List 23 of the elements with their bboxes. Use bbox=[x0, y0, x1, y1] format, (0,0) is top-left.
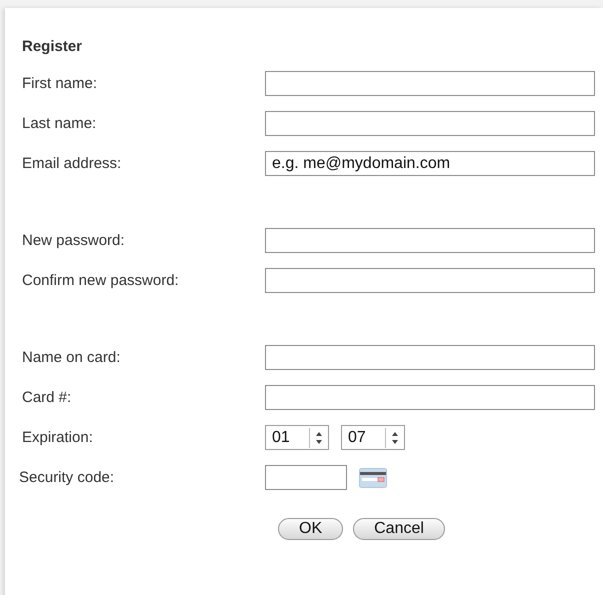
input-field[interactable] bbox=[265, 71, 595, 96]
input-field[interactable] bbox=[265, 228, 595, 253]
form-title: Register bbox=[22, 38, 84, 57]
field-label: Confirm new password: bbox=[22, 272, 180, 289]
input-field[interactable] bbox=[265, 465, 347, 490]
dialog-button[interactable]: OK bbox=[278, 518, 344, 540]
field-label: Last name: bbox=[22, 115, 98, 132]
input-field[interactable]: e.g. me@mydomain.com bbox=[265, 151, 595, 176]
input-field[interactable] bbox=[265, 111, 595, 136]
input-field[interactable] bbox=[265, 385, 595, 410]
input-field[interactable] bbox=[265, 345, 595, 370]
field-label: Expiration: bbox=[22, 429, 94, 446]
field-label: New password: bbox=[22, 232, 126, 249]
credit-card-icon bbox=[359, 468, 387, 488]
field-label: Email address: bbox=[22, 155, 122, 172]
field-label: First name: bbox=[22, 75, 98, 92]
dropdown[interactable]: 01 bbox=[265, 425, 329, 450]
dropdown[interactable]: 07 bbox=[341, 425, 405, 450]
field-label: Card #: bbox=[22, 389, 72, 406]
field-label: Name on card: bbox=[22, 349, 122, 366]
field-label: Security code: bbox=[19, 469, 116, 486]
input-field[interactable] bbox=[265, 268, 595, 293]
dialog-button[interactable]: Cancel bbox=[353, 518, 445, 540]
